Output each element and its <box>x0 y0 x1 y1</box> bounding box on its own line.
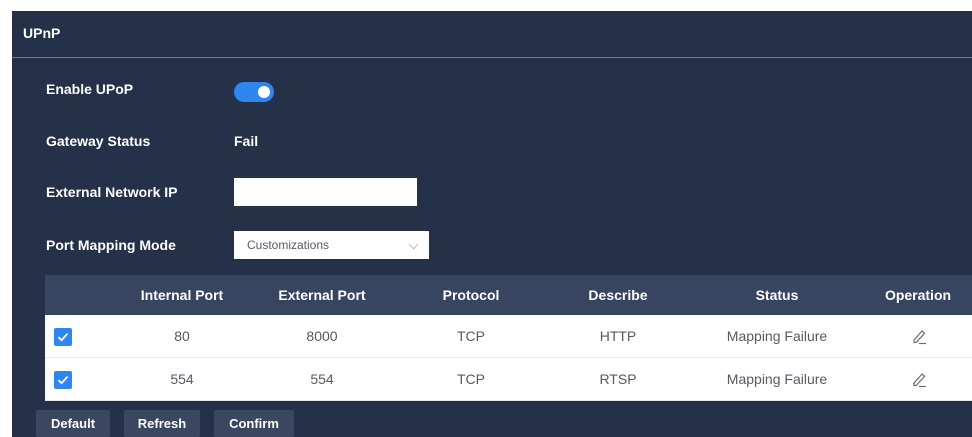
cell-protocol: TCP <box>457 371 485 387</box>
table-header: Internal Port External Port Protocol Des… <box>45 275 972 315</box>
port-mapping-mode-value: Customizations <box>247 238 330 252</box>
confirm-button[interactable]: Confirm <box>214 410 294 437</box>
default-button[interactable]: Default <box>36 410 110 437</box>
cell-status: Mapping Failure <box>726 328 828 344</box>
col-status: Status <box>755 287 799 303</box>
enable-upnp-label: Enable UPoP <box>46 81 134 97</box>
col-internal-port: Internal Port <box>140 287 224 303</box>
cell-external-port: 554 <box>310 371 334 387</box>
col-operation: Operation <box>884 287 952 303</box>
cell-protocol: TCP <box>457 328 485 344</box>
title-divider <box>12 57 972 58</box>
chevron-down-icon <box>408 239 419 250</box>
external-ip-input[interactable] <box>234 178 417 206</box>
upnp-panel: UPnP Enable UPoP Gateway Status Fail Ext… <box>12 11 972 437</box>
port-mapping-table: Internal Port External Port Protocol Des… <box>45 275 972 401</box>
edit-pencil-icon[interactable] <box>911 327 929 350</box>
row-checkbox[interactable] <box>54 371 72 389</box>
gateway-status-label: Gateway Status <box>46 133 151 149</box>
gateway-status-value: Fail <box>234 133 259 149</box>
table-row: 554 554 TCP RTSP Mapping Failure <box>45 358 972 401</box>
port-mapping-mode-label: Port Mapping Mode <box>46 237 176 253</box>
col-protocol: Protocol <box>442 287 500 303</box>
row-checkbox[interactable] <box>54 328 72 346</box>
port-mapping-mode-select[interactable]: Customizations <box>234 231 429 259</box>
panel-title: UPnP <box>23 25 61 41</box>
edit-pencil-icon[interactable] <box>911 370 929 393</box>
table-row: 80 8000 TCP HTTP Mapping Failure <box>45 315 972 358</box>
toggle-knob <box>258 86 270 98</box>
cell-status: Mapping Failure <box>726 371 828 387</box>
cell-internal-port: 554 <box>170 371 194 387</box>
col-external-port: External Port <box>278 287 366 303</box>
cell-describe: RTSP <box>599 371 637 387</box>
external-ip-label: External Network IP <box>46 184 178 200</box>
col-describe: Describe <box>588 287 648 303</box>
cell-describe: HTTP <box>599 328 637 344</box>
cell-internal-port: 80 <box>174 328 190 344</box>
check-icon <box>57 333 69 342</box>
cell-external-port: 8000 <box>306 328 338 344</box>
enable-upnp-toggle[interactable] <box>234 82 274 102</box>
check-icon <box>57 376 69 385</box>
refresh-button[interactable]: Refresh <box>124 410 200 437</box>
